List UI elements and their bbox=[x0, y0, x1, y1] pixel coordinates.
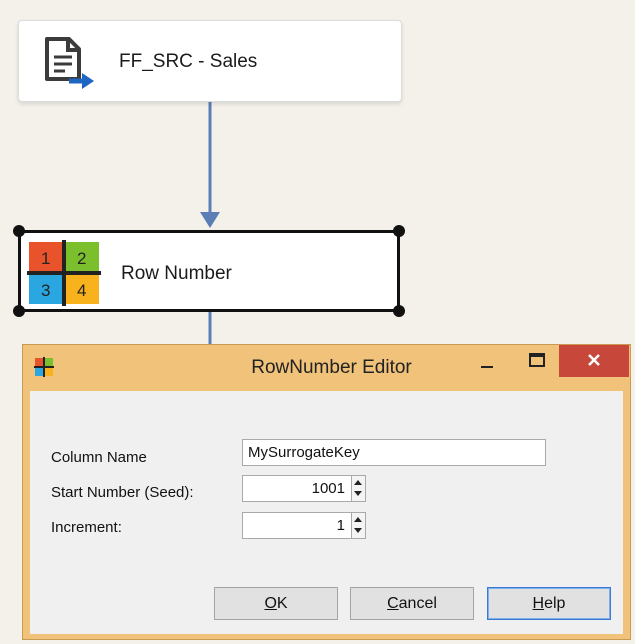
source-component-label: FF_SRC - Sales bbox=[119, 51, 258, 72]
ok-button[interactable]: OK bbox=[214, 587, 338, 620]
selection-handle[interactable] bbox=[13, 305, 25, 317]
tile-digit: 2 bbox=[77, 249, 86, 268]
selection-handle[interactable] bbox=[393, 305, 405, 317]
minimize-button[interactable] bbox=[473, 345, 503, 377]
dialog-client-area: Column Name MySurrogateKey Start Number … bbox=[30, 391, 623, 634]
close-icon bbox=[588, 354, 600, 366]
close-button[interactable] bbox=[559, 345, 629, 377]
row-number-component-label: Row Number bbox=[121, 263, 232, 284]
start-number-stepper[interactable]: 1001 bbox=[242, 475, 366, 502]
row-number-icon: 1 2 3 4 bbox=[27, 240, 101, 306]
increment-spinner[interactable] bbox=[351, 513, 365, 538]
increment-stepper[interactable]: 1 bbox=[242, 512, 366, 539]
dialog-titlebar[interactable]: RowNumber Editor bbox=[23, 345, 630, 391]
spin-down-icon[interactable] bbox=[354, 528, 362, 533]
tile-digit: 4 bbox=[77, 281, 86, 300]
minimize-icon bbox=[481, 366, 493, 368]
tile-digit: 1 bbox=[41, 249, 50, 268]
start-number-label: Start Number (Seed): bbox=[51, 484, 194, 501]
column-name-label: Column Name bbox=[51, 449, 147, 466]
rownumber-editor-dialog: RowNumber Editor Column Name MySurrogate… bbox=[22, 344, 631, 640]
row-number-component[interactable]: 1 2 3 4 Row Number bbox=[18, 230, 400, 312]
selection-handle[interactable] bbox=[13, 225, 25, 237]
cancel-button[interactable]: Cancel bbox=[350, 587, 474, 620]
start-number-spinner[interactable] bbox=[351, 476, 365, 501]
spin-up-icon[interactable] bbox=[354, 517, 362, 522]
help-button[interactable]: Help bbox=[487, 587, 611, 620]
selection-handle[interactable] bbox=[393, 225, 405, 237]
tile-digit: 3 bbox=[41, 281, 50, 300]
increment-label: Increment: bbox=[51, 519, 122, 536]
increment-value: 1 bbox=[336, 517, 345, 534]
maximize-button[interactable] bbox=[523, 345, 553, 377]
column-name-input[interactable]: MySurrogateKey bbox=[242, 439, 546, 466]
spin-down-icon[interactable] bbox=[354, 491, 362, 496]
flat-file-source-icon bbox=[45, 37, 94, 89]
start-number-value: 1001 bbox=[311, 480, 345, 497]
spin-up-icon[interactable] bbox=[354, 480, 362, 485]
maximize-icon bbox=[529, 353, 545, 367]
flat-file-source-component[interactable]: FF_SRC - Sales bbox=[18, 20, 402, 102]
